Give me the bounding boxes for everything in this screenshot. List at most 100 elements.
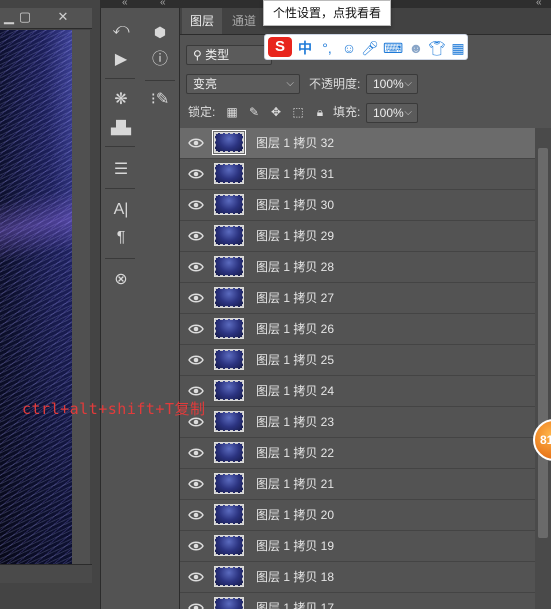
layer-row[interactable]: 图层 1 拷贝 20 bbox=[180, 500, 535, 531]
3d-cube-icon[interactable]: ⬢ bbox=[145, 20, 175, 44]
tab-channels[interactable]: 通道 bbox=[224, 8, 264, 34]
grid-icon[interactable]: ▦ bbox=[449, 38, 467, 58]
eye-icon[interactable] bbox=[188, 507, 204, 523]
actions-play-icon[interactable]: ▶ bbox=[106, 48, 136, 72]
document-canvas[interactable] bbox=[0, 30, 72, 564]
artboard-icon[interactable]: ⬚ bbox=[290, 104, 306, 120]
layer-row[interactable]: 图层 1 拷贝 29 bbox=[180, 221, 535, 252]
canvas-vertical-scrollbar[interactable] bbox=[72, 30, 90, 564]
layer-thumbnail[interactable] bbox=[214, 504, 244, 525]
tab-layers[interactable]: 图层 bbox=[182, 8, 223, 34]
layer-thumbnail[interactable] bbox=[214, 566, 244, 587]
layer-thumbnail[interactable] bbox=[214, 349, 244, 370]
layer-thumbnail[interactable] bbox=[214, 442, 244, 463]
layer-row[interactable]: 图层 1 拷贝 25 bbox=[180, 345, 535, 376]
lock-transparent-pixels-icon[interactable]: ▦ bbox=[224, 104, 240, 120]
eye-icon[interactable] bbox=[188, 383, 204, 399]
eye-icon[interactable] bbox=[188, 352, 204, 368]
layer-name[interactable]: 图层 1 拷贝 29 bbox=[256, 221, 334, 251]
layer-row[interactable]: 图层 1 拷贝 19 bbox=[180, 531, 535, 562]
layer-name[interactable]: 图层 1 拷贝 27 bbox=[256, 283, 334, 313]
layer-row[interactable]: 图层 1 拷贝 30 bbox=[180, 190, 535, 221]
sogou-logo[interactable]: S bbox=[268, 37, 292, 57]
opacity-field[interactable]: 100% ⌵ bbox=[366, 74, 418, 94]
layer-thumbnail[interactable] bbox=[214, 473, 244, 494]
layer-name[interactable]: 图层 1 拷贝 19 bbox=[256, 531, 334, 561]
keyboard-icon[interactable]: ⌨ bbox=[383, 38, 403, 58]
collapse-icon[interactable]: « bbox=[160, 0, 165, 8]
eye-icon[interactable] bbox=[188, 538, 204, 554]
paragraph-icon[interactable]: ¶ bbox=[106, 226, 136, 250]
layer-thumbnail[interactable] bbox=[214, 535, 244, 556]
filter-kind-dropdown[interactable]: ⚲ 类型 bbox=[186, 45, 272, 65]
info-icon[interactable]: ⓘ bbox=[145, 48, 175, 72]
layer-row[interactable]: 图层 1 拷贝 24 bbox=[180, 376, 535, 407]
eye-icon[interactable] bbox=[188, 290, 204, 306]
layer-name[interactable]: 图层 1 拷贝 20 bbox=[256, 500, 334, 530]
layer-name[interactable]: 图层 1 拷贝 24 bbox=[256, 376, 334, 406]
layer-name[interactable]: 图层 1 拷贝 32 bbox=[256, 128, 334, 158]
layer-thumbnail[interactable] bbox=[214, 225, 244, 246]
eye-icon[interactable] bbox=[188, 259, 204, 275]
layer-row[interactable]: 图层 1 拷贝 27 bbox=[180, 283, 535, 314]
eye-icon[interactable] bbox=[188, 197, 204, 213]
layer-thumbnail[interactable] bbox=[214, 380, 244, 401]
lock-position-icon[interactable]: ✥ bbox=[268, 104, 284, 120]
layer-name[interactable]: 图层 1 拷贝 18 bbox=[256, 562, 334, 592]
layer-row[interactable]: 图层 1 拷贝 26 bbox=[180, 314, 535, 345]
layer-name[interactable]: 图层 1 拷贝 22 bbox=[256, 438, 334, 468]
maximize-icon[interactable]: ▢ bbox=[18, 10, 32, 24]
canvas-horizontal-scrollbar[interactable] bbox=[0, 564, 92, 583]
layer-row[interactable]: 图层 1 拷贝 17 bbox=[180, 593, 535, 609]
close-icon[interactable]: ✕ bbox=[56, 10, 70, 24]
layer-row[interactable]: 图层 1 拷贝 21 bbox=[180, 469, 535, 500]
histogram-icon[interactable]: ▟▙ bbox=[106, 116, 136, 140]
layer-name[interactable]: 图层 1 拷贝 26 bbox=[256, 314, 334, 344]
layer-name[interactable]: 图层 1 拷贝 30 bbox=[256, 190, 334, 220]
ime-mode-toggle[interactable]: 中 bbox=[296, 38, 314, 58]
layer-row[interactable]: 图层 1 拷贝 22 bbox=[180, 438, 535, 469]
properties-icon[interactable]: ⊗ bbox=[106, 268, 136, 292]
layer-thumbnail[interactable] bbox=[214, 163, 244, 184]
navigator-wheel-icon[interactable]: ❋ bbox=[106, 88, 136, 112]
brush-presets-icon[interactable]: ⁝✎ bbox=[145, 88, 175, 112]
minimize-icon[interactable]: ▁ bbox=[2, 10, 16, 24]
layer-name[interactable]: 图层 1 拷贝 31 bbox=[256, 159, 334, 189]
fill-field[interactable]: 100% ⌵ bbox=[366, 103, 418, 123]
lock-image-pixels-icon[interactable]: ✎ bbox=[246, 104, 262, 120]
ime-toolbar[interactable]: S 中 °, ☺ 🎤︎ ⌨ ☻ 👕︎ ▦ bbox=[264, 34, 468, 60]
layer-row[interactable]: 图层 1 拷贝 28 bbox=[180, 252, 535, 283]
layer-thumbnail[interactable] bbox=[214, 597, 244, 609]
blend-mode-dropdown[interactable]: 变亮 ⌵ bbox=[186, 74, 300, 94]
layer-row[interactable]: 图层 1 拷贝 31 bbox=[180, 159, 535, 190]
layer-name[interactable]: 图层 1 拷贝 25 bbox=[256, 345, 334, 375]
eye-icon[interactable] bbox=[188, 445, 204, 461]
layer-row[interactable]: 图层 1 拷贝 23 bbox=[180, 407, 535, 438]
layer-name[interactable]: 图层 1 拷贝 23 bbox=[256, 407, 334, 437]
eye-icon[interactable] bbox=[188, 228, 204, 244]
layer-name[interactable]: 图层 1 拷贝 17 bbox=[256, 593, 334, 609]
layer-thumbnail[interactable] bbox=[214, 411, 244, 432]
layer-thumbnail[interactable] bbox=[214, 256, 244, 277]
mic-icon[interactable]: 🎤︎ bbox=[361, 38, 379, 58]
eye-icon[interactable] bbox=[188, 476, 204, 492]
eye-icon[interactable] bbox=[188, 569, 204, 585]
ime-punctuation-toggle[interactable]: °, bbox=[317, 38, 337, 58]
layer-thumbnail[interactable] bbox=[214, 287, 244, 308]
layer-thumbnail[interactable] bbox=[214, 318, 244, 339]
eye-icon[interactable] bbox=[188, 321, 204, 337]
layers-scroll-thumb[interactable] bbox=[538, 148, 548, 538]
eye-icon[interactable] bbox=[188, 600, 204, 609]
shirt-icon[interactable]: 👕︎ bbox=[428, 38, 446, 58]
layer-thumbnail[interactable] bbox=[214, 194, 244, 215]
layer-row[interactable]: 图层 1 拷贝 32 bbox=[180, 128, 535, 159]
collapse-icon[interactable]: « bbox=[122, 0, 127, 8]
history-icon[interactable]: ⤺ bbox=[106, 18, 136, 42]
character-icon[interactable]: A| bbox=[106, 198, 136, 222]
user-icon[interactable]: ☻ bbox=[407, 38, 425, 58]
layer-row[interactable]: 图层 1 拷贝 18 bbox=[180, 562, 535, 593]
eye-icon[interactable] bbox=[188, 135, 204, 151]
layer-name[interactable]: 图层 1 拷贝 28 bbox=[256, 252, 334, 282]
adjustments-sliders-icon[interactable]: ☰ bbox=[106, 158, 136, 182]
layer-thumbnail[interactable] bbox=[212, 130, 246, 155]
